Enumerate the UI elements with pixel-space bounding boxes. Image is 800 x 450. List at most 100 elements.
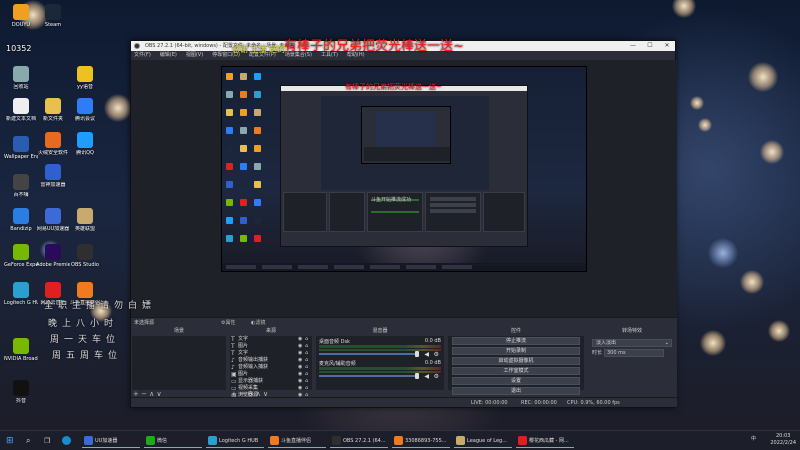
- source-item[interactable]: ♪ 音频输出捕获 ◉ ⌂: [230, 357, 312, 364]
- volume-slider[interactable]: [319, 375, 419, 377]
- desktop-icon[interactable]: Bandizip: [4, 208, 38, 232]
- menu-item[interactable]: 编辑(E): [160, 52, 177, 58]
- eye-icon[interactable]: ◉: [298, 351, 303, 356]
- task-view-icon[interactable]: ❐: [44, 434, 50, 448]
- eye-icon[interactable]: ◉: [298, 372, 303, 377]
- clock-time[interactable]: 20:03: [770, 433, 796, 440]
- lock-icon[interactable]: ⌂: [305, 358, 310, 363]
- desktop-icon[interactable]: GeForce Experience: [4, 244, 38, 268]
- minimize-button[interactable]: —: [625, 41, 641, 51]
- desktop-icon[interactable]: Wallpaper Engine: [4, 136, 38, 160]
- control-button[interactable]: 停止推流: [452, 337, 580, 345]
- desktop-icon[interactable]: NVIDIA Broadcast: [4, 338, 38, 362]
- desktop-icon[interactable]: 腾讯会议: [68, 98, 102, 122]
- eye-icon[interactable]: ◉: [298, 358, 303, 363]
- app-icon: [77, 208, 93, 224]
- transition-select[interactable]: 淡入淡出 ⌄: [592, 339, 672, 347]
- desktop-icon-label: 百不嗨: [13, 192, 29, 198]
- desktop-icon[interactable]: 英雄联盟: [68, 208, 102, 232]
- menu-item[interactable]: 视图(V): [186, 52, 203, 58]
- taskbar-app[interactable]: UU加速器: [82, 434, 140, 448]
- lock-icon[interactable]: ⌂: [305, 344, 310, 349]
- desktop-icon[interactable]: 新建文本文档: [4, 98, 38, 122]
- lock-icon[interactable]: ⌂: [305, 337, 310, 342]
- ime-indicator[interactable]: 中: [751, 436, 756, 443]
- preview-canvas[interactable]: 斗鱼开始推流成功 有棒子的兄弟把荧光棒送一送~: [221, 66, 587, 272]
- source-item[interactable]: ▣ 图片 ◉ ⌂: [230, 371, 312, 378]
- taskbar-app[interactable]: 微信: [144, 434, 202, 448]
- duration-label: 时长: [592, 350, 603, 356]
- desktop-icon[interactable]: 雷神加速器: [36, 164, 70, 188]
- sources-list[interactable]: T 文字 ◉ ⌂ T 图片 ◉ ⌂ T 文字 ◉ ⌂ ♪ 音频输出捕获 ◉ ⌂ ♪ 音频输入捕获 ◉ ⌂ ▣ 图片 ◉ ⌂ ▭ 显…: [230, 336, 312, 399]
- desktop-icon[interactable]: DOUYU: [4, 4, 38, 28]
- control-button[interactable]: 开始录制: [452, 347, 580, 355]
- lock-icon[interactable]: ⌂: [305, 379, 310, 384]
- nested-obs-window-inner: [361, 106, 451, 164]
- obs-window[interactable]: OBS 27.2.1 (64-bit, windows) - 配置文件: 未命名…: [130, 40, 677, 408]
- volume-slider-handle[interactable]: [415, 351, 419, 357]
- source-item[interactable]: ▭ 显示器捕获 ◉ ⌂: [230, 378, 312, 385]
- close-button[interactable]: ✕: [659, 41, 675, 51]
- control-button[interactable]: 退出: [452, 387, 580, 395]
- desktop-icon[interactable]: Logitech G HUB: [4, 282, 38, 306]
- source-label: 文字: [238, 336, 249, 342]
- taskbar-app[interactable]: 33086893-755...: [392, 434, 450, 448]
- app-icon: [13, 338, 29, 354]
- app-icon: [45, 244, 61, 260]
- desktop-icon[interactable]: 网易UU加速器: [36, 208, 70, 232]
- control-button[interactable]: 启动虚拟摄像机: [452, 357, 580, 365]
- menu-item[interactable]: 文件(F): [134, 52, 151, 58]
- mini-desktop-icon: [240, 235, 247, 242]
- desktop-icon[interactable]: 回收站: [4, 66, 38, 90]
- app-icon: [45, 98, 61, 114]
- maximize-button[interactable]: ☐: [642, 41, 658, 51]
- duration-input[interactable]: 300 ms: [604, 349, 664, 357]
- lock-icon[interactable]: ⌂: [305, 351, 310, 356]
- desktop-icon[interactable]: Steam: [36, 4, 70, 28]
- transitions-dock-title: 转场特效: [587, 327, 677, 336]
- search-icon[interactable]: ⌕: [26, 434, 30, 448]
- desktop-icon[interactable]: 腾讯QQ: [68, 132, 102, 156]
- source-item[interactable]: T 文字 ◉ ⌂: [230, 350, 312, 357]
- nested-red-comment: 有棒子的兄弟把荧光棒送一送~: [345, 83, 442, 91]
- taskbar-app[interactable]: OBS 27.2.1 (64...: [330, 434, 388, 448]
- eye-icon[interactable]: ◉: [298, 337, 303, 342]
- taskbar-app-label: 樱花西瓜藏 - 网...: [529, 438, 569, 444]
- speaker-icon[interactable]: ◀: [424, 373, 429, 380]
- desktop-icon[interactable]: 新文件夹: [36, 98, 70, 122]
- app-icon: [332, 436, 341, 445]
- desktop-icon-label: GeForce Experience: [4, 262, 38, 268]
- lock-icon[interactable]: ⌂: [305, 372, 310, 377]
- source-label: 文字: [238, 350, 249, 356]
- scenes-list[interactable]: [132, 336, 226, 390]
- taskbar-app[interactable]: 斗鱼直播伴侣: [268, 434, 326, 448]
- eye-icon[interactable]: ◉: [298, 379, 303, 384]
- source-item[interactable]: T 图片 ◉ ⌂: [230, 343, 312, 350]
- volume-slider-handle[interactable]: [415, 373, 419, 379]
- control-button[interactable]: 设置: [452, 377, 580, 385]
- eye-icon[interactable]: ◉: [298, 365, 303, 370]
- source-item[interactable]: T 文字 ◉ ⌂: [230, 336, 312, 343]
- control-button[interactable]: 工作室模式: [452, 367, 580, 375]
- speaker-icon[interactable]: ◀: [424, 351, 429, 358]
- nested-obs-window: 斗鱼开始推流成功 有棒子的兄弟把荧光棒送一送~: [280, 83, 528, 247]
- desktop-icon[interactable]: 百不嗨: [4, 174, 38, 198]
- desktop-icon[interactable]: Adobe Premiere: [36, 244, 70, 268]
- start-button[interactable]: ⊞: [6, 434, 14, 448]
- edge-icon[interactable]: [62, 434, 73, 448]
- lock-icon[interactable]: ⌂: [305, 365, 310, 370]
- clock-date[interactable]: 2022/2/24: [770, 440, 796, 447]
- desktop-icon[interactable]: 火绒安全软件: [36, 132, 70, 156]
- volume-slider[interactable]: [319, 353, 419, 355]
- taskbar-app[interactable]: Logitech G HUB: [206, 434, 264, 448]
- obs-logo-icon: [134, 43, 140, 49]
- desktop-icon[interactable]: OBS Studio: [68, 244, 102, 268]
- eye-icon[interactable]: ◉: [298, 344, 303, 349]
- desktop-icon[interactable]: yy语音: [68, 66, 102, 90]
- taskbar-app[interactable]: 樱花西瓜藏 - 网...: [516, 434, 574, 448]
- source-item[interactable]: ♪ 音频输入捕获 ◉ ⌂: [230, 364, 312, 371]
- gear-icon[interactable]: ⚙: [434, 351, 439, 358]
- taskbar-app[interactable]: League of Leg...: [454, 434, 512, 448]
- desktop-icon[interactable]: 抖音: [4, 380, 38, 404]
- gear-icon[interactable]: ⚙: [434, 373, 439, 380]
